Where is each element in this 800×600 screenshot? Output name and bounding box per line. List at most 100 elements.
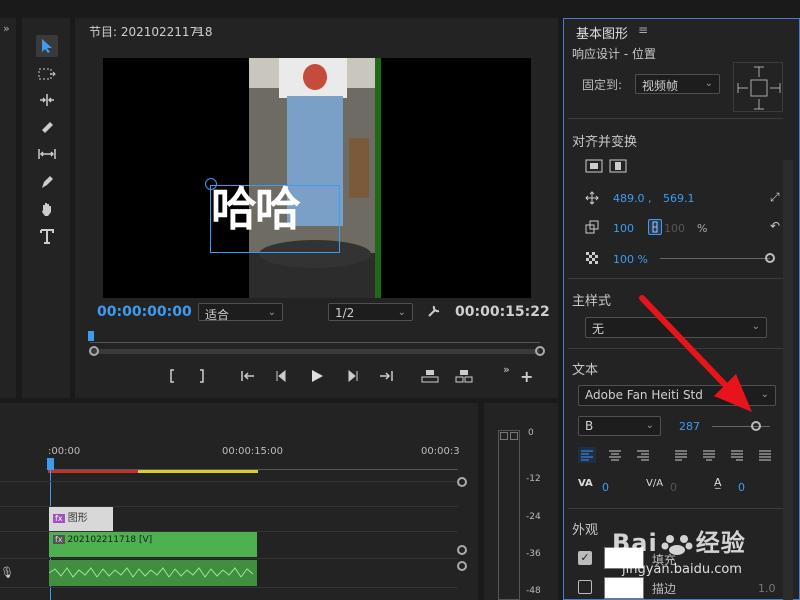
anchor-icon[interactable]: ⤢ — [770, 190, 780, 205]
paw-logo-icon — [660, 533, 694, 555]
baseline-value[interactable]: 0 — [738, 481, 745, 494]
wrench-icon[interactable] — [427, 304, 441, 321]
selection-tool-icon[interactable] — [36, 35, 58, 57]
meter-tick-0: 0 — [528, 428, 534, 438]
opacity-value[interactable]: 100 % — [613, 253, 648, 266]
scale-value[interactable]: 100 — [613, 222, 634, 235]
align-center-icon[interactable] — [606, 447, 624, 463]
opacity-icon — [584, 250, 600, 266]
position-y[interactable]: 569.1 — [663, 192, 695, 205]
meter-tick-12: -12 — [526, 474, 541, 484]
stroke-checkbox[interactable] — [578, 580, 592, 594]
extract-icon[interactable] — [454, 367, 474, 385]
align-section: 对齐并变换 — [572, 135, 638, 150]
fit-dropdown[interactable]: 适合 ⌄ — [198, 303, 283, 322]
mark-out-icon[interactable] — [192, 367, 212, 385]
align-horizontal-center-icon[interactable] — [609, 158, 627, 174]
clip-video[interactable]: fx 202102211718 [V] — [49, 532, 257, 557]
ruler-end: 00:00:3 — [421, 446, 460, 457]
kerning-icon: V/A — [646, 478, 664, 489]
v-scroll-bottom[interactable] — [457, 545, 467, 555]
overlay-text[interactable]: 哈哈 — [211, 176, 301, 242]
render-bar-yellow — [138, 470, 258, 473]
slip-icon[interactable] — [36, 143, 58, 165]
clip-graphic[interactable]: fx 图形 — [49, 507, 113, 531]
tracking-icon: VA — [578, 478, 593, 489]
scale-percent: % — [697, 222, 708, 235]
razor-icon[interactable] — [36, 116, 58, 138]
egp-menu-icon[interactable]: ≡ — [638, 23, 648, 37]
justify-all-icon[interactable] — [756, 447, 774, 463]
watermark-url: jingyan.baidu.com — [622, 562, 742, 577]
lift-icon[interactable] — [420, 367, 440, 385]
video-frame[interactable]: 哈哈 — [103, 58, 531, 298]
current-timecode[interactable]: 00:00:00:00 — [97, 304, 192, 320]
mark-in-icon[interactable] — [162, 367, 182, 385]
egp-title: 基本图形 — [576, 27, 629, 42]
v-scroll-top[interactable] — [457, 477, 467, 487]
stroke-value: 1.0 — [758, 582, 776, 595]
resolution-dropdown[interactable]: 1/2 ⌄ — [328, 303, 413, 321]
step-back-icon[interactable] — [272, 367, 292, 385]
meter-tick-24: -24 — [526, 512, 541, 522]
pen-icon[interactable] — [36, 171, 58, 193]
stroke-label: 描边 — [652, 582, 677, 596]
clip-audio[interactable] — [48, 560, 257, 586]
scale-icon — [584, 219, 600, 235]
appearance-section: 外观 — [572, 523, 599, 538]
more-controls-icon[interactable]: » — [503, 363, 510, 376]
meter-tick-48: -48 — [526, 586, 541, 596]
link-icon[interactable] — [648, 219, 662, 235]
ruler-mid: 00:00:15:00 — [222, 446, 284, 457]
hand-icon[interactable] — [36, 198, 58, 220]
align-right-icon[interactable] — [634, 447, 652, 463]
type-icon[interactable] — [36, 225, 58, 247]
position-icon — [584, 190, 600, 206]
stroke-swatch[interactable] — [604, 577, 644, 599]
pin-dropdown[interactable]: 视频帧 ⌄ — [635, 74, 720, 94]
zoom-handle-left[interactable] — [89, 346, 99, 356]
panel-menu-icon[interactable]: ≡ — [193, 23, 203, 37]
expand-chevron-icon[interactable]: » — [3, 22, 10, 35]
pin-label: 固定到: — [582, 78, 623, 92]
red-arrow-annotation — [639, 295, 752, 412]
ruler-start: :00:00 — [48, 446, 81, 457]
tracking-value[interactable]: 0 — [602, 481, 609, 494]
opacity-slider-handle[interactable] — [765, 253, 775, 263]
justify-center-icon[interactable] — [700, 447, 718, 463]
play-icon[interactable] — [307, 367, 327, 385]
zoom-scrollbar[interactable] — [90, 349, 540, 354]
responsive-section: 响应设计 - 位置 — [572, 47, 656, 61]
duration-timecode: 00:00:15:22 — [455, 304, 550, 320]
scale-dim: 100 — [664, 222, 685, 235]
align-vertical-center-icon[interactable] — [585, 158, 603, 174]
render-bar-red — [48, 470, 138, 473]
justify-right-icon[interactable] — [728, 447, 746, 463]
audio-meter-panel — [484, 403, 558, 600]
mic-icon[interactable]: 🎙 — [0, 566, 14, 579]
timeline-playhead[interactable] — [47, 458, 54, 470]
go-to-in-icon[interactable] — [238, 367, 258, 385]
step-forward-icon[interactable] — [342, 367, 362, 385]
meter-tick-36: -36 — [526, 549, 541, 559]
master-style-section: 主样式 — [572, 294, 612, 309]
track-select-icon[interactable] — [36, 63, 58, 85]
playhead[interactable] — [88, 331, 94, 341]
fill-checkbox[interactable]: ✓ — [578, 551, 592, 565]
add-button-icon[interactable]: + — [520, 367, 533, 386]
go-to-out-icon[interactable] — [376, 367, 396, 385]
baseline-icon: A̲ — [714, 476, 722, 489]
zoom-handle-right[interactable] — [535, 346, 545, 356]
a-scroll-top[interactable] — [457, 561, 467, 571]
position-x[interactable]: 489.0 , — [613, 192, 651, 205]
egp-scrollbar[interactable] — [783, 160, 793, 600]
ripple-edit-icon[interactable] — [36, 89, 58, 111]
rotation-icon[interactable]: ↶ — [770, 219, 780, 233]
time-ruler[interactable] — [90, 331, 540, 343]
timeline-ruler[interactable] — [48, 460, 458, 470]
opacity-slider[interactable] — [660, 258, 770, 259]
pin-edges-widget[interactable] — [733, 62, 783, 112]
justify-left-icon[interactable] — [672, 447, 690, 463]
align-left-icon[interactable] — [578, 447, 596, 463]
kerning-value: 0 — [670, 481, 677, 494]
